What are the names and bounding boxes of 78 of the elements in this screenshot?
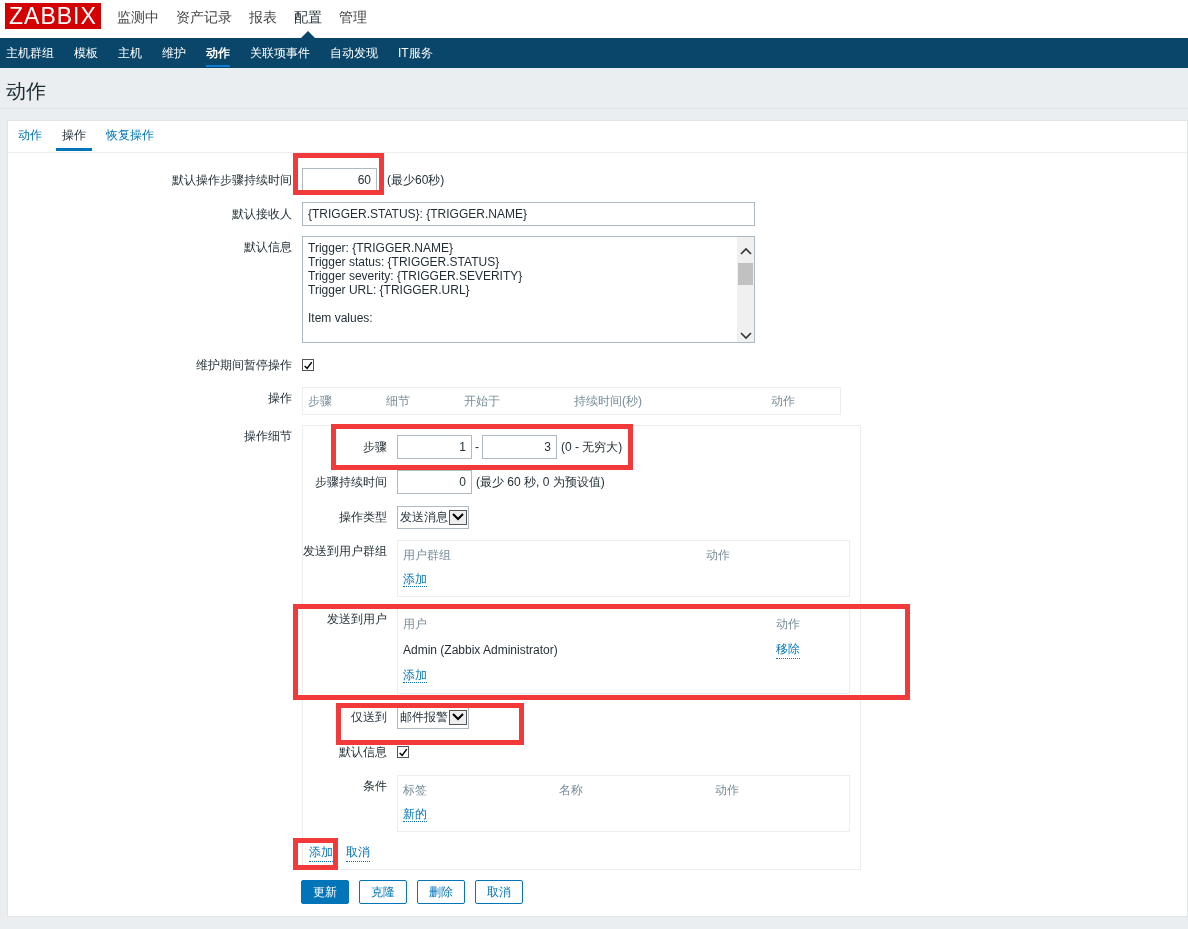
dropdown[interactable]: 发送消息 <box>397 505 469 529</box>
hint-text: (0 - 无穷大) <box>561 438 623 456</box>
field-label: 步骤持续时间 <box>314 474 387 491</box>
dropdown[interactable]: 邮件报警 <box>397 705 469 729</box>
number-field[interactable]: 60 <box>302 168 377 192</box>
submenu-item[interactable]: 关联项事件 <box>250 38 310 68</box>
field-label: 默认信息 <box>338 744 387 761</box>
field-label: 步骤 <box>362 439 387 456</box>
page-title: 动作 <box>5 79 47 104</box>
hint-text: (最少 60 秒, 0 为预设值) <box>476 473 605 491</box>
column-header: 步骤 <box>308 392 333 410</box>
tab[interactable]: 操作 <box>56 121 92 151</box>
text-line: Trigger URL: {TRIGGER.URL} <box>308 283 471 297</box>
submenu-item[interactable]: 主机群组 <box>6 38 54 68</box>
column-header: 动作 <box>771 392 796 410</box>
column-header: 名称 <box>559 782 584 800</box>
action-link[interactable]: 取消 <box>346 844 370 862</box>
field-label: 维护期间暂停操作 <box>195 357 292 374</box>
table-cell-text: Admin (Zabbix Administrator) <box>403 643 559 657</box>
action-link[interactable]: 添加 <box>309 844 333 862</box>
tab[interactable]: 恢复操作 <box>100 121 160 151</box>
submenu-item[interactable]: 主机 <box>118 38 142 68</box>
field-label: 操作 <box>267 390 292 407</box>
tab[interactable]: 动作 <box>12 121 48 151</box>
highlight-box <box>293 838 338 870</box>
menu-item[interactable]: 监测中 <box>117 0 159 38</box>
menu-item[interactable]: 管理 <box>339 0 367 38</box>
scroll-down-icon[interactable] <box>737 330 754 342</box>
number-field[interactable]: 3 <box>482 435 557 459</box>
number-field[interactable]: 1 <box>397 435 472 459</box>
column-header: 持续时间(秒) <box>574 392 643 410</box>
scroll-thumb[interactable] <box>738 263 753 285</box>
field-label: 操作细节 <box>243 428 292 445</box>
text-line: Trigger status: {TRIGGER.STATUS} <box>308 255 501 269</box>
logo[interactable]: ZABBIX <box>5 3 101 29</box>
column-header: 开始于 <box>464 392 501 410</box>
column-header: 用户群组 <box>403 547 452 565</box>
column-header: 标签 <box>403 782 428 800</box>
text-line: Trigger severity: {TRIGGER.SEVERITY} <box>308 269 524 283</box>
field-label: 发送到用户 <box>326 611 387 628</box>
separator: - <box>475 440 479 454</box>
text-line: Item values: <box>308 311 374 325</box>
add-link[interactable]: 新的 <box>403 806 427 822</box>
menu-item[interactable]: 配置 <box>294 0 322 38</box>
column-header: 动作 <box>715 782 740 800</box>
field-label: 发送到用户群组 <box>303 543 387 560</box>
column-header: 动作 <box>776 616 801 633</box>
number-field[interactable]: 0 <box>397 470 472 494</box>
field-label: 默认接收人 <box>231 206 292 223</box>
field-label: 默认信息 <box>243 239 292 256</box>
column-header: 细节 <box>386 392 411 410</box>
field-label: 默认操作步骤持续时间 <box>171 172 292 189</box>
submenu-item[interactable]: 模板 <box>74 38 98 68</box>
hint-text: (最少60秒) <box>387 171 445 189</box>
add-link[interactable]: 添加 <box>403 571 427 587</box>
submenu-item[interactable]: 维护 <box>162 38 186 68</box>
text-field[interactable]: {TRIGGER.STATUS}: {TRIGGER.NAME} <box>302 202 755 226</box>
message-textarea[interactable]: Trigger: {TRIGGER.NAME} Trigger status: {TRIGGER.STATUS} Trigger severity: {TRIGGER.SEVERITY} Trigger URL: {TRIGGER.URL} Item values: <box>302 236 755 343</box>
checkbox[interactable] <box>302 359 314 371</box>
action-button[interactable]: 取消 <box>475 880 523 904</box>
remove-link[interactable]: 移除 <box>776 641 800 659</box>
submenu-item[interactable]: IT服务 <box>398 38 433 68</box>
field-label: 仅送到 <box>350 709 387 726</box>
column-header: 用户 <box>403 616 428 633</box>
checkbox[interactable] <box>397 746 409 758</box>
field-label: 操作类型 <box>338 509 387 526</box>
action-button[interactable]: 更新 <box>301 880 349 904</box>
menu-item[interactable]: 资产记录 <box>176 0 232 38</box>
submenu-item[interactable]: 自动发现 <box>330 38 378 68</box>
action-button[interactable]: 删除 <box>417 880 465 904</box>
column-header: 动作 <box>706 547 731 565</box>
submenu-item[interactable]: 动作 <box>206 38 230 67</box>
scrollbar[interactable] <box>737 237 754 342</box>
menu-item[interactable]: 报表 <box>249 0 277 38</box>
add-link[interactable]: 添加 <box>403 668 427 683</box>
action-button[interactable]: 克隆 <box>359 880 407 904</box>
field-label: 条件 <box>362 778 387 795</box>
text-line: Trigger: {TRIGGER.NAME} <box>308 241 454 255</box>
